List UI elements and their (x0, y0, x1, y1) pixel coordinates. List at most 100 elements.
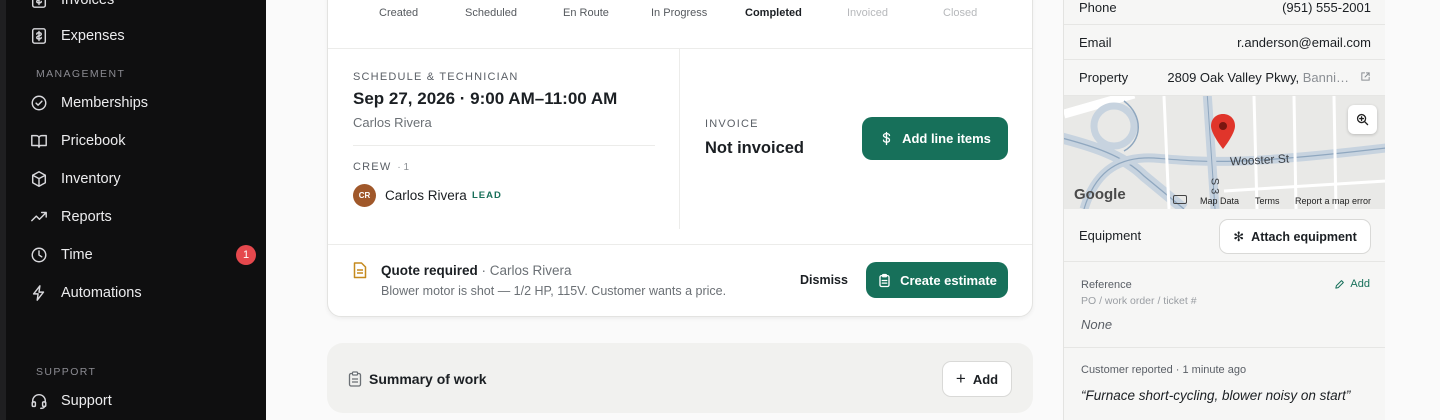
clipboard-icon (348, 371, 362, 387)
keyboard-icon[interactable] (1173, 195, 1187, 204)
button-label: Add (1350, 278, 1370, 290)
sidebar-item-label: Inventory (61, 171, 121, 187)
trend-icon (31, 211, 47, 222)
invoice-status: Not invoiced (705, 139, 805, 157)
status-step: Invoiced (847, 7, 888, 19)
divider (353, 145, 655, 146)
map-cross-street-label: S 3 (1208, 177, 1221, 195)
property-value[interactable]: 2809 Oak Valley Pkwy, Banni… (1167, 70, 1349, 85)
sidebar-item-invoices[interactable]: Invoices (30, 0, 256, 16)
phone-label: Phone (1079, 0, 1117, 15)
invoice-label: INVOICE (705, 118, 759, 130)
schedule-label: SCHEDULE & TECHNICIAN (353, 71, 519, 83)
clock-icon (31, 247, 47, 263)
reference-label: Reference (1081, 279, 1132, 291)
avatar: CR (353, 184, 376, 207)
plus-icon: + (955, 369, 966, 388)
job-status-steps: Created Scheduled En Route In Progress C… (328, 1, 1032, 21)
customer-reported-quote: “Furnace short-cycling, blower noisy on … (1081, 388, 1351, 403)
crew-count: · 1 (397, 162, 410, 173)
property-label: Property (1079, 70, 1129, 85)
sidebar-item-support[interactable]: Support (30, 385, 256, 417)
equipment-row: Equipment ✻ Attach equipment (1064, 209, 1386, 262)
button-label: Add (972, 371, 999, 387)
reference-value: None (1081, 317, 1113, 332)
customer-panel: Phone (951) 555-2001 Email r.anderson@em… (1063, 0, 1386, 420)
status-step-active: Completed (745, 7, 802, 19)
reference-hint: PO / work order / ticket # (1081, 295, 1197, 307)
section-label-management: MANAGEMENT (36, 68, 126, 80)
invoice-icon (31, 0, 47, 8)
status-step: Closed (943, 7, 978, 19)
property-map[interactable]: Wooster St S 3 Google Map Data Terms Rep… (1064, 96, 1386, 209)
quote-description: Blower motor is shot — 1/2 HP, 115V. Cus… (381, 284, 727, 298)
attach-equipment-button[interactable]: ✻ Attach equipment (1219, 219, 1371, 254)
schedule-technician: Carlos Rivera (353, 115, 432, 130)
sidebar-item-memberships[interactable]: Memberships (30, 87, 256, 119)
quote-title-text: Quote required (381, 263, 478, 278)
status-step: Created (379, 7, 419, 19)
map-data-link[interactable]: Map Data (1200, 196, 1239, 206)
book-icon (31, 134, 47, 149)
divider (679, 49, 680, 229)
map-report-link[interactable]: Report a map error (1295, 196, 1371, 206)
zoom-in-icon (1356, 113, 1369, 126)
lead-tag: LEAD (472, 190, 502, 201)
button-label: Attach equipment (1251, 229, 1357, 244)
summary-of-work-section: Summary of work + Add (327, 343, 1033, 413)
sidebar-item-inventory[interactable]: Inventory (30, 163, 256, 195)
crew-label: CREW · 1 (353, 161, 409, 173)
property-address-rest: Banni… (1299, 70, 1349, 85)
button-label: Add line items (902, 131, 991, 146)
sidebar-item-reports[interactable]: Reports (30, 201, 256, 233)
divider (328, 244, 1032, 245)
sidebar: Invoices Expenses MANAGEMENT Memberships… (0, 0, 266, 420)
sidebar-item-label: Invoices (61, 0, 115, 8)
add-reference-button[interactable]: Add (1334, 278, 1370, 290)
crew-member-name: Carlos Rivera (385, 188, 467, 203)
add-line-items-button[interactable]: Add line items (862, 117, 1008, 160)
sidebar-item-label: Automations (61, 285, 142, 301)
clipboard-icon (879, 273, 890, 287)
phone-value[interactable]: (951) 555-2001 (1282, 0, 1371, 15)
quote-requested-by: · Carlos Rivera (477, 263, 572, 278)
status-step: In Progress (651, 7, 708, 19)
sidebar-item-automations[interactable]: Automations (30, 277, 256, 309)
schedule-date: Sep 27, 2026 · 9:00 AM–11:00 AM (353, 89, 618, 108)
map-terms-link[interactable]: Terms (1255, 196, 1280, 206)
gear-icon: ✻ (1233, 228, 1245, 244)
document-icon (353, 262, 367, 279)
sidebar-item-label: Support (61, 393, 112, 409)
notification-badge: 1 (236, 245, 256, 265)
add-summary-button[interactable]: + Add (942, 361, 1012, 397)
button-label: Create estimate (900, 272, 997, 288)
sidebar-item-label: Pricebook (61, 133, 126, 149)
phone-row: Phone (951) 555-2001 (1064, 0, 1386, 25)
job-detail-main: Created Scheduled En Route In Progress C… (266, 0, 1063, 420)
section-label-support: SUPPORT (36, 366, 97, 378)
crew-label-text: CREW (353, 161, 392, 173)
sidebar-item-pricebook[interactable]: Pricebook (30, 125, 256, 157)
email-value[interactable]: r.anderson@email.com (1237, 35, 1371, 50)
sidebar-item-expenses[interactable]: Expenses (30, 20, 256, 52)
email-row: Email r.anderson@email.com (1064, 25, 1386, 60)
check-circle-icon (31, 95, 47, 111)
dismiss-button[interactable]: Dismiss (800, 273, 848, 287)
map-zoom-button[interactable] (1348, 105, 1377, 134)
bolt-icon (32, 285, 45, 301)
status-step: En Route (563, 7, 609, 19)
sidebar-item-label: Time (61, 247, 93, 263)
summary-title: Summary of work (369, 371, 487, 387)
dollar-icon (882, 131, 891, 146)
property-row: Property 2809 Oak Valley Pkwy, Banni… (1064, 60, 1386, 96)
google-logo: Google (1074, 186, 1126, 203)
create-estimate-button[interactable]: Create estimate (866, 262, 1008, 298)
job-card: Created Scheduled En Route In Progress C… (327, 0, 1033, 317)
sidebar-item-label: Memberships (61, 95, 149, 111)
sidebar-item-time[interactable]: Time 1 (30, 239, 256, 271)
external-link-icon[interactable] (1360, 71, 1371, 82)
status-step: Scheduled (465, 7, 517, 19)
pencil-icon (1335, 279, 1345, 289)
customer-reported-meta: Customer reported · 1 minute ago (1081, 364, 1247, 376)
box-icon (31, 171, 47, 187)
